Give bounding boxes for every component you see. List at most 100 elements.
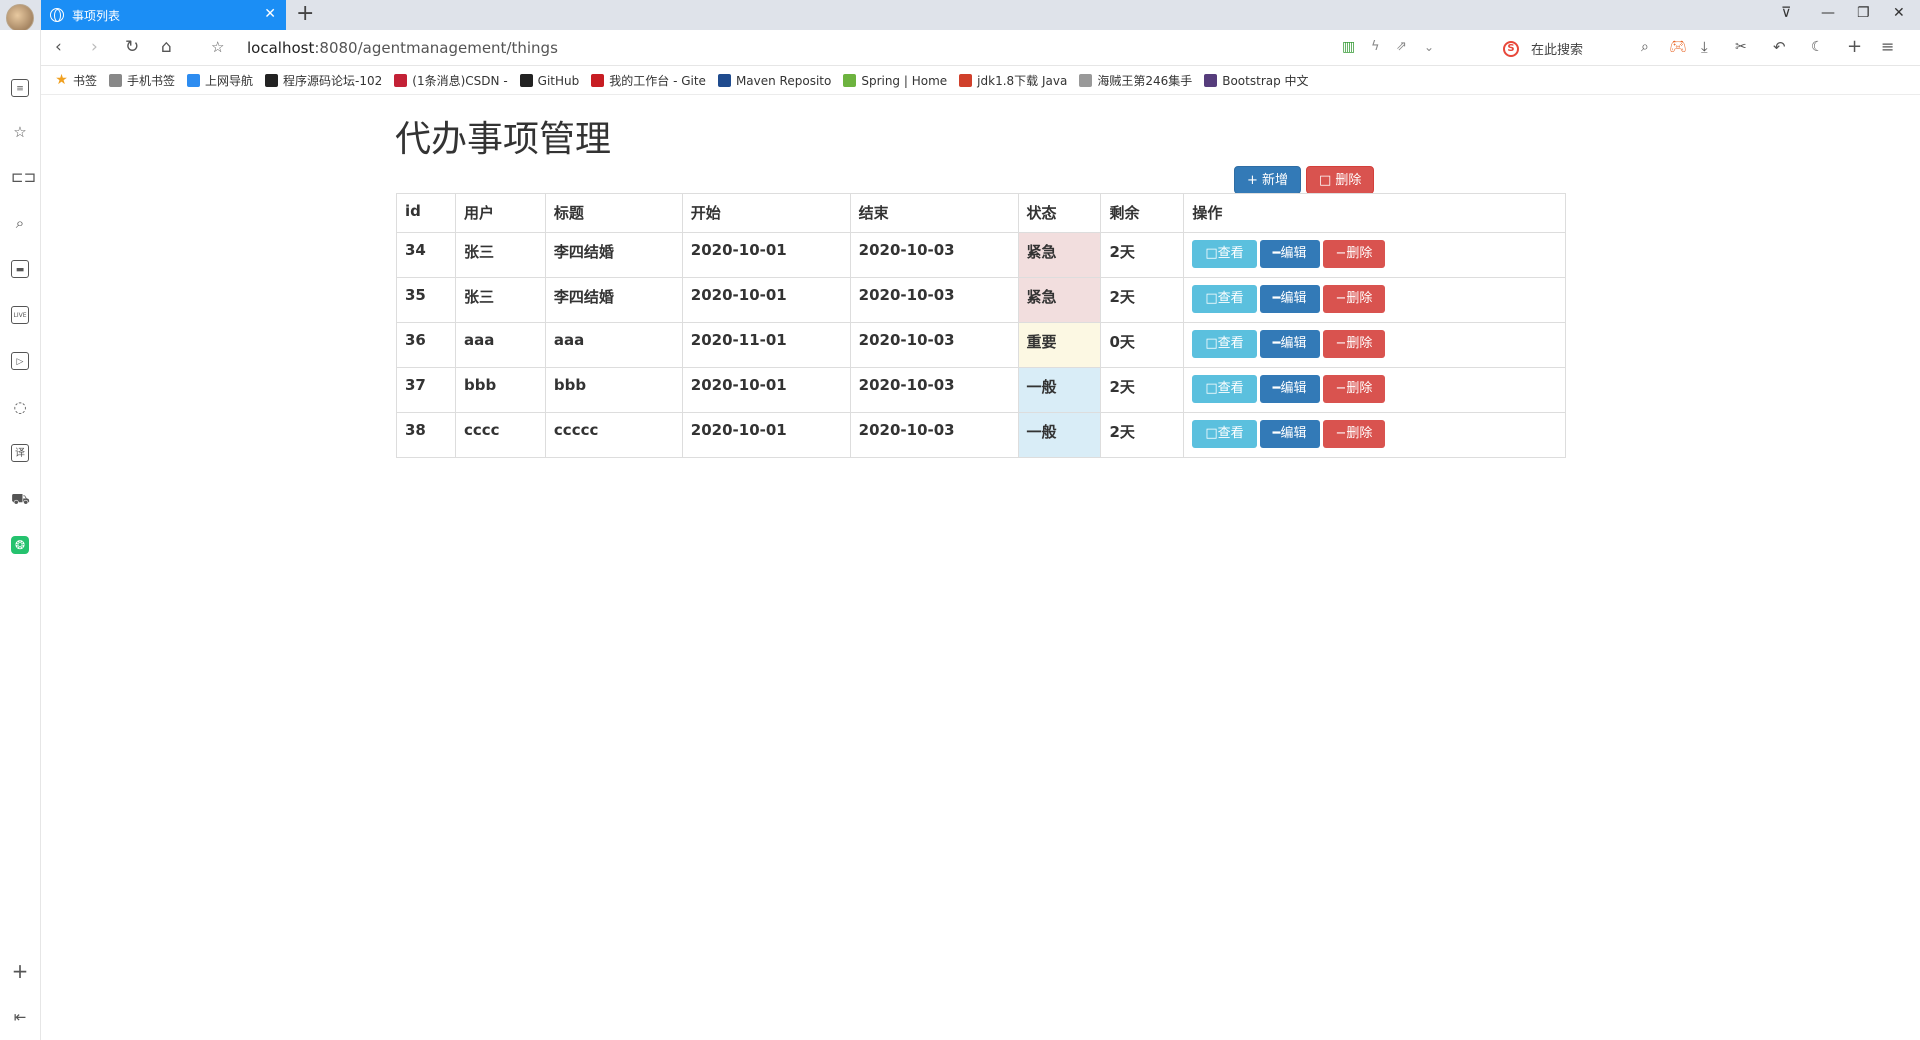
maven-icon xyxy=(717,74,731,87)
view-button-label: 查看 xyxy=(1217,291,1244,306)
delete-button[interactable]: −删除 xyxy=(1322,330,1386,358)
collapse-sidebar-icon[interactable]: ⇤ xyxy=(11,1008,29,1026)
cell-user: aaa xyxy=(454,322,546,368)
restore-button[interactable]: ❐ xyxy=(1857,5,1870,21)
night-mode-icon[interactable]: ☾ xyxy=(1811,38,1824,56)
bookmark-item[interactable]: Maven Reposito xyxy=(717,73,832,88)
forward-button[interactable]: › xyxy=(91,38,98,56)
batch-delete-label: 删除 xyxy=(1335,173,1362,188)
delete-button[interactable]: −删除 xyxy=(1322,375,1386,403)
cell-id: 34 xyxy=(396,232,456,278)
download-icon[interactable]: ⤓ xyxy=(1701,38,1708,56)
close-tab-icon[interactable]: ✕ xyxy=(264,6,276,22)
minus-icon: − xyxy=(1335,246,1347,261)
bookmark-item[interactable]: 程序源码论坛-102 xyxy=(265,72,382,89)
bookmark-item[interactable]: Spring | Home xyxy=(843,74,947,88)
user-avatar[interactable] xyxy=(6,4,34,32)
edit-button-label: 编辑 xyxy=(1280,426,1307,441)
view-button[interactable]: □查看 xyxy=(1192,375,1257,403)
cell-remain: 2天 xyxy=(1100,412,1185,458)
cell-status: 重要 xyxy=(1017,322,1102,368)
game-icon[interactable]: 🎮︎ xyxy=(1669,38,1687,56)
cell-title: bbb xyxy=(544,367,683,413)
cell-end: 2020-10-03 xyxy=(849,367,1019,413)
delete-button-label: 删除 xyxy=(1346,381,1373,396)
briefcase-icon[interactable]: ▬ xyxy=(11,260,29,278)
star-icon: ★ xyxy=(55,72,68,88)
edit-button[interactable]: ━编辑 xyxy=(1259,420,1320,448)
browser-titlebar: 事项列表 ✕ + ⊽ — ❐ ✕ xyxy=(0,0,1920,32)
chat-icon[interactable]: ◌ xyxy=(11,398,29,416)
edit-button[interactable]: ━编辑 xyxy=(1259,240,1320,268)
translate-icon[interactable]: 译 xyxy=(11,444,29,462)
chevron-down-icon[interactable]: ⌄ xyxy=(1424,38,1434,56)
new-tab-button[interactable]: + xyxy=(296,2,314,26)
bookmark-label: Maven Reposito xyxy=(735,73,832,88)
url-field[interactable]: localhost:8080/agentmanagement/things xyxy=(247,39,558,57)
search-box[interactable]: S 在此搜索 xyxy=(1503,39,1583,58)
edit-icon: ━ xyxy=(1272,426,1281,441)
search-icon[interactable]: ⌕ xyxy=(1641,38,1649,56)
batch-delete-button[interactable]: □ 删除 xyxy=(1306,166,1375,194)
bookmark-item[interactable]: 海贼王第246集手 xyxy=(1079,72,1192,89)
bookmark-item[interactable]: Bootstrap 中文 xyxy=(1204,72,1309,89)
pin-icon[interactable]: ⊽ xyxy=(1781,5,1791,21)
bookmark-star-icon[interactable]: ☆ xyxy=(211,38,224,56)
browser-tab-active[interactable]: 事项列表 ✕ xyxy=(41,0,286,30)
add-sidebar-icon[interactable]: + xyxy=(11,961,29,981)
book-icon[interactable]: ⊏⊐ xyxy=(11,168,36,186)
close-window-button[interactable]: ✕ xyxy=(1893,5,1905,21)
edit-button-label: 编辑 xyxy=(1280,336,1307,351)
bookmark-item[interactable]: 手机书签 xyxy=(109,72,175,89)
live-icon[interactable]: LIVE xyxy=(11,306,29,324)
delete-button[interactable]: −删除 xyxy=(1322,240,1386,268)
delete-button[interactable]: −删除 xyxy=(1322,420,1386,448)
delete-button[interactable]: −删除 xyxy=(1322,285,1386,313)
reload-icon[interactable]: ↻ xyxy=(125,38,139,56)
reader-icon[interactable]: ▥ xyxy=(1342,38,1355,56)
edit-button[interactable]: ━编辑 xyxy=(1259,285,1320,313)
bookmark-label: (1条消息)CSDN - xyxy=(412,74,508,88)
bookmark-item[interactable]: 我的工作台 - Gite xyxy=(591,72,706,89)
col-remain: 剩余 xyxy=(1100,193,1185,233)
bookmark-label: Bootstrap 中文 xyxy=(1222,74,1309,88)
share-icon[interactable]: ⇗ xyxy=(1396,38,1407,56)
bookmark-label: GitHub xyxy=(537,73,580,88)
cell-status: 一般 xyxy=(1017,367,1102,413)
plus-icon[interactable]: + xyxy=(1847,38,1862,56)
gitee-icon xyxy=(591,74,605,87)
view-button[interactable]: □查看 xyxy=(1192,285,1257,313)
minimize-button[interactable]: — xyxy=(1821,5,1835,21)
table-row: 36 aaa aaa 2020-11-01 2020-10-03 重要 0天 □查看 ━编辑 −删… xyxy=(396,322,1566,368)
bookmark-item[interactable]: 上网导航 xyxy=(187,72,253,89)
search-sidebar-icon[interactable]: ⌕ xyxy=(11,214,29,232)
view-icon: □ xyxy=(1205,426,1218,441)
app-icon[interactable]: ❂ xyxy=(11,536,29,554)
view-button[interactable]: □查看 xyxy=(1192,330,1257,358)
video-play-icon[interactable]: ▷ xyxy=(11,352,29,370)
bookmark-item[interactable]: ★ 书签 xyxy=(55,72,97,89)
edit-button[interactable]: ━编辑 xyxy=(1259,330,1320,358)
back-button[interactable]: ‹ xyxy=(55,38,62,56)
scissors-icon[interactable]: ✂ xyxy=(1735,38,1747,56)
view-button[interactable]: □查看 xyxy=(1192,240,1257,268)
cell-start: 2020-10-01 xyxy=(681,232,851,278)
cell-end: 2020-10-03 xyxy=(849,277,1019,323)
col-start: 开始 xyxy=(681,193,851,233)
undo-icon[interactable]: ↶ xyxy=(1773,38,1786,56)
view-button[interactable]: □查看 xyxy=(1192,420,1257,448)
nav-icon xyxy=(187,74,201,87)
news-icon[interactable]: ≡ xyxy=(11,79,29,97)
edit-button[interactable]: ━编辑 xyxy=(1259,375,1320,403)
lightning-icon[interactable]: ϟ xyxy=(1371,38,1380,56)
add-button[interactable]: + 新增 xyxy=(1234,166,1302,194)
bookmark-item[interactable]: jdk1.8下载 Java xyxy=(959,72,1067,89)
menu-icon[interactable]: ≡ xyxy=(1881,38,1894,56)
sogou-icon: S xyxy=(1503,40,1519,57)
favorites-star-icon[interactable]: ☆ xyxy=(11,123,29,141)
cart-icon[interactable]: ⛟ xyxy=(11,490,30,508)
cell-id: 36 xyxy=(396,322,456,368)
bookmark-item[interactable]: (1条消息)CSDN - xyxy=(394,72,508,89)
home-icon[interactable]: ⌂ xyxy=(161,38,172,56)
bookmark-item[interactable]: GitHub xyxy=(519,73,580,88)
